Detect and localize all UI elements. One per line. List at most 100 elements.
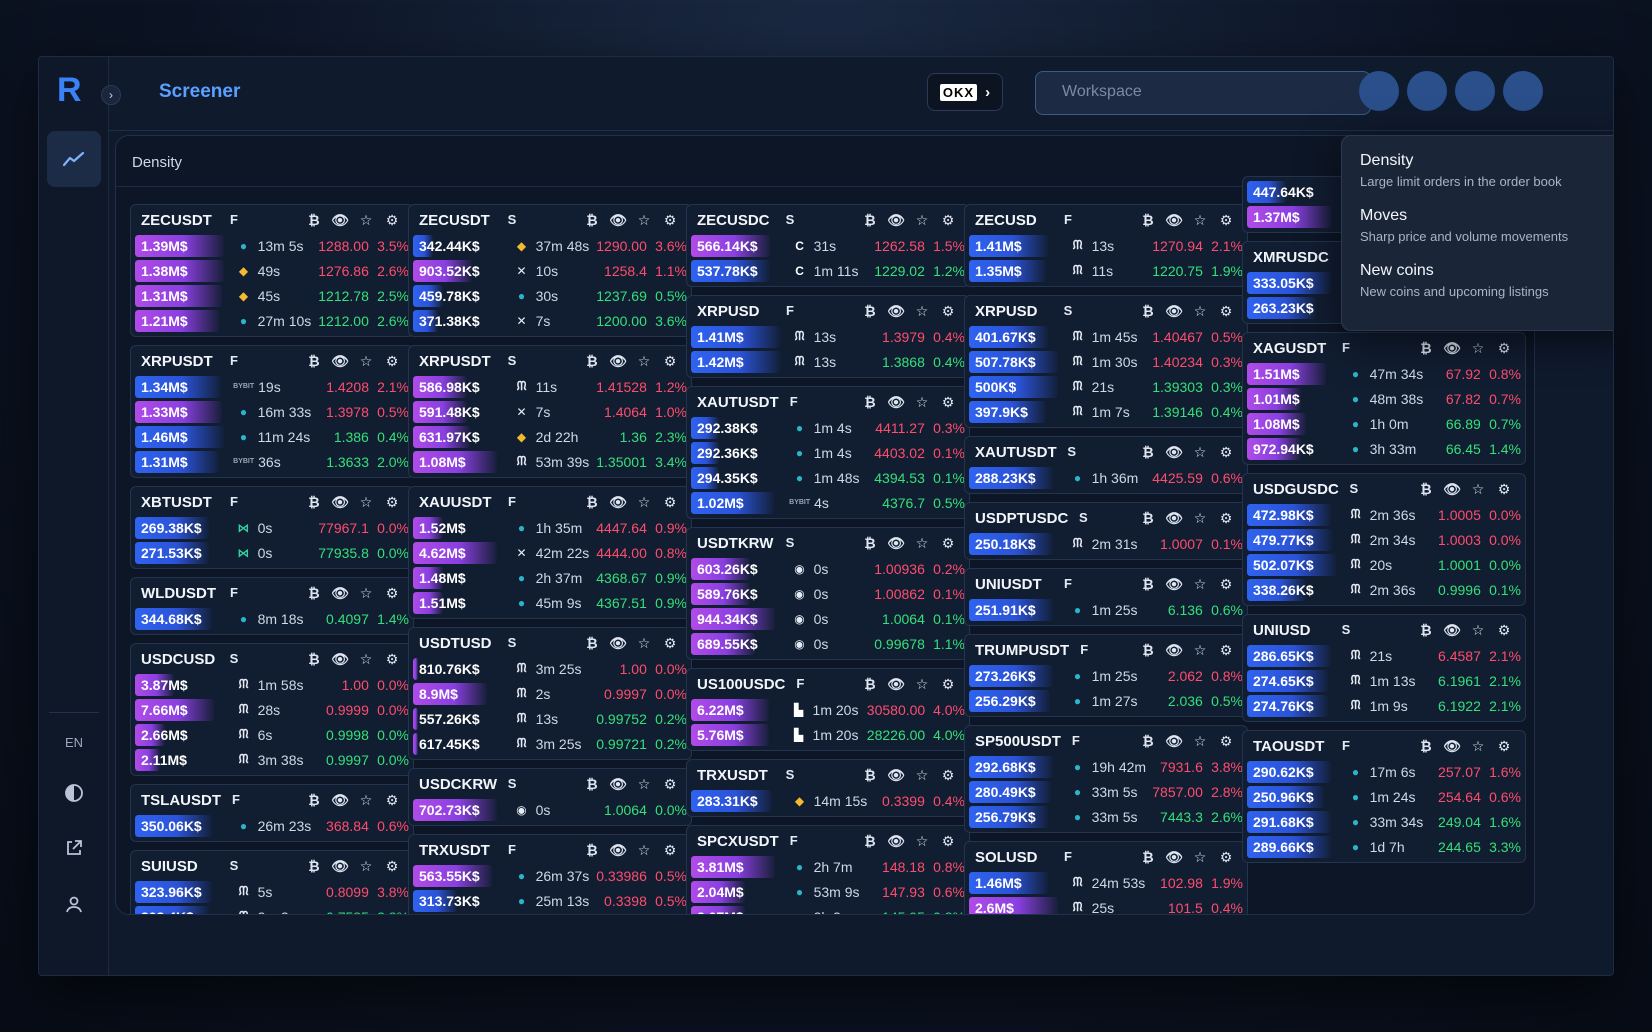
- eye-icon[interactable]: 👁: [327, 212, 353, 229]
- ticker-symbol[interactable]: XAUTUSDT: [697, 394, 779, 411]
- density-row[interactable]: 557.26K$ ᙏ 13s 0.99752 0.2%: [413, 706, 687, 731]
- star-icon[interactable]: ☆: [1187, 444, 1213, 461]
- gear-icon[interactable]: ⚙: [657, 494, 683, 511]
- density-row[interactable]: 292.68K$ ● 19h 42m 7931.6 3.8%: [969, 754, 1243, 779]
- density-row[interactable]: 2.66M$ ᙏ 6s 0.9998 0.0%: [135, 722, 409, 747]
- eye-icon[interactable]: 👁: [327, 792, 353, 809]
- eye-icon[interactable]: 👁: [327, 353, 353, 370]
- gear-icon[interactable]: ⚙: [1213, 642, 1239, 659]
- density-row[interactable]: 563.58K$●26m 29s0.336840.4%: [413, 913, 687, 914]
- star-icon[interactable]: ☆: [631, 494, 657, 511]
- eye-icon[interactable]: 👁: [883, 676, 909, 693]
- eye-icon[interactable]: 👁: [1161, 642, 1187, 659]
- density-row[interactable]: 294.35K$ ● 1m 48s 4394.53 0.1%: [691, 465, 965, 490]
- star-icon[interactable]: ☆: [631, 635, 657, 652]
- gear-icon[interactable]: ⚙: [935, 303, 961, 320]
- gear-icon[interactable]: ⚙: [1491, 340, 1517, 357]
- density-row[interactable]: 313.73K$ ● 25m 13s 0.3398 0.5%: [413, 888, 687, 913]
- eye-icon[interactable]: 👁: [1161, 576, 1187, 593]
- density-row[interactable]: 502.07K$ ᙏ 20s 1.0001 0.0%: [1247, 552, 1521, 577]
- gear-icon[interactable]: ⚙: [657, 635, 683, 652]
- density-row[interactable]: 323.96K$ ᙏ 5s 0.8099 3.8%: [135, 879, 409, 904]
- ticker-symbol[interactable]: XRPUSDT: [141, 353, 219, 370]
- ticker-symbol[interactable]: WLDUSDT: [141, 585, 219, 602]
- ticker-symbol[interactable]: XRPUSDT: [419, 353, 497, 370]
- density-row[interactable]: 1.08M$ ● 1h 0m 66.89 0.7%: [1247, 411, 1521, 436]
- star-icon[interactable]: ☆: [909, 303, 935, 320]
- eye-icon[interactable]: 👁: [883, 833, 909, 850]
- avatar[interactable]: [1503, 71, 1543, 111]
- ticker-symbol[interactable]: UNIUSD: [1253, 622, 1331, 639]
- density-row[interactable]: 1.51M$ ● 45m 9s 4367.51 0.9%: [413, 590, 687, 615]
- star-icon[interactable]: ☆: [631, 842, 657, 859]
- density-row[interactable]: 1.46M$ ᙏ 24m 53s 102.98 1.9%: [969, 870, 1243, 895]
- density-row[interactable]: 1.42M$ ᙏ 13s 1.3868 0.4%: [691, 349, 965, 374]
- density-row[interactable]: 810.76K$ ᙏ 3m 25s 1.00 0.0%: [413, 656, 687, 681]
- density-row[interactable]: 288.23K$ ● 1h 36m 4425.59 0.6%: [969, 465, 1243, 490]
- density-row[interactable]: 273.26K$ ● 1m 25s 2.062 0.8%: [969, 663, 1243, 688]
- density-row[interactable]: 5.76M$ ▙ 1m 20s 28226.00 4.0%: [691, 722, 965, 747]
- density-row[interactable]: 1.51M$ ● 47m 34s 67.92 0.8%: [1247, 361, 1521, 386]
- density-row[interactable]: 3.81M$ ● 2h 7m 148.18 0.8%: [691, 854, 965, 879]
- star-icon[interactable]: ☆: [1187, 576, 1213, 593]
- ticker-symbol[interactable]: SP500USDT: [975, 733, 1061, 750]
- ticker-symbol[interactable]: USDTUSD: [419, 635, 497, 652]
- gear-icon[interactable]: ⚙: [379, 858, 405, 875]
- density-row[interactable]: 1.21M$ ● 27m 10s 1212.00 2.6%: [135, 308, 409, 333]
- star-icon[interactable]: ☆: [353, 212, 379, 229]
- avatar[interactable]: [1359, 71, 1399, 111]
- ticker-symbol[interactable]: SOLUSD: [975, 849, 1053, 866]
- eye-icon[interactable]: 👁: [1161, 303, 1187, 320]
- eye-icon[interactable]: 👁: [883, 394, 909, 411]
- gear-icon[interactable]: ⚙: [657, 353, 683, 370]
- density-row[interactable]: 566.14K$ C 31s 1262.58 1.5%: [691, 233, 965, 258]
- ticker-symbol[interactable]: ZECUSDT: [141, 212, 219, 229]
- ticker-symbol[interactable]: ZECUSDC: [697, 212, 775, 229]
- density-row[interactable]: 250.18K$ ᙏ 2m 31s 1.0007 0.1%: [969, 531, 1243, 556]
- ticker-symbol[interactable]: XRPUSD: [697, 303, 775, 320]
- star-icon[interactable]: ☆: [1187, 642, 1213, 659]
- eye-icon[interactable]: 👁: [605, 212, 631, 229]
- eye-icon[interactable]: 👁: [327, 494, 353, 511]
- density-row[interactable]: 1.31M$ BYBIT 36s 1.3633 2.0%: [135, 449, 409, 474]
- gear-icon[interactable]: ⚙: [379, 585, 405, 602]
- star-icon[interactable]: ☆: [1187, 849, 1213, 866]
- menu-item-new-coins[interactable]: New coins New coins and upcoming listing…: [1360, 262, 1549, 299]
- star-icon[interactable]: ☆: [353, 651, 379, 668]
- eye-icon[interactable]: 👁: [883, 303, 909, 320]
- gear-icon[interactable]: ⚙: [1491, 622, 1517, 639]
- density-row[interactable]: 283.31K$ ◆ 14m 15s 0.3399 0.4%: [691, 788, 965, 813]
- density-row[interactable]: 7.66M$ ᙏ 28s 0.9999 0.0%: [135, 697, 409, 722]
- density-row[interactable]: 401.67K$ ᙏ 1m 45s 1.40467 0.5%: [969, 324, 1243, 349]
- density-row[interactable]: 251.91K$ ● 1m 25s 6.136 0.6%: [969, 597, 1243, 622]
- ticker-symbol[interactable]: ZECUSD: [975, 212, 1053, 229]
- density-row[interactable]: 290.62K$ ● 17m 6s 257.07 1.6%: [1247, 759, 1521, 784]
- eye-icon[interactable]: 👁: [1439, 340, 1465, 357]
- eye-icon[interactable]: 👁: [327, 585, 353, 602]
- density-row[interactable]: 1.52M$ ● 1h 35m 4447.64 0.9%: [413, 515, 687, 540]
- ticker-symbol[interactable]: TAOUSDT: [1253, 738, 1331, 755]
- density-row[interactable]: 586.98K$ ᙏ 11s 1.41528 1.2%: [413, 374, 687, 399]
- eye-icon[interactable]: 👁: [883, 535, 909, 552]
- star-icon[interactable]: ☆: [631, 353, 657, 370]
- ticker-symbol[interactable]: SPCXUSDT: [697, 833, 779, 850]
- gear-icon[interactable]: ⚙: [379, 494, 405, 511]
- gear-icon[interactable]: ⚙: [1213, 212, 1239, 229]
- density-row[interactable]: 1.41M$ ᙏ 13s 1.3979 0.4%: [691, 324, 965, 349]
- ticker-symbol[interactable]: USDTKRW: [697, 535, 775, 552]
- density-row[interactable]: 3.87M$ ᙏ 1m 58s 1.00 0.0%: [135, 672, 409, 697]
- density-row[interactable]: 1.46M$ ● 11m 24s 1.386 0.4%: [135, 424, 409, 449]
- ticker-symbol[interactable]: XRPUSD: [975, 303, 1053, 320]
- density-row[interactable]: 2.11M$ ᙏ 3m 38s 0.9997 0.0%: [135, 747, 409, 772]
- eye-icon[interactable]: 👁: [1161, 733, 1187, 750]
- gear-icon[interactable]: ⚙: [657, 776, 683, 793]
- star-icon[interactable]: ☆: [909, 212, 935, 229]
- gear-icon[interactable]: ⚙: [1213, 303, 1239, 320]
- density-row[interactable]: 292.36K$ ● 1m 4s 4403.02 0.1%: [691, 440, 965, 465]
- ticker-symbol[interactable]: XMRUSDC: [1253, 249, 1331, 266]
- menu-item-moves[interactable]: Moves Sharp price and volume movements: [1360, 207, 1568, 244]
- star-icon[interactable]: ☆: [1465, 738, 1491, 755]
- density-row[interactable]: 344.68K$ ● 8m 18s 0.4097 1.4%: [135, 606, 409, 631]
- star-icon[interactable]: ☆: [1187, 733, 1213, 750]
- ticker-symbol[interactable]: US100USDC: [697, 676, 785, 693]
